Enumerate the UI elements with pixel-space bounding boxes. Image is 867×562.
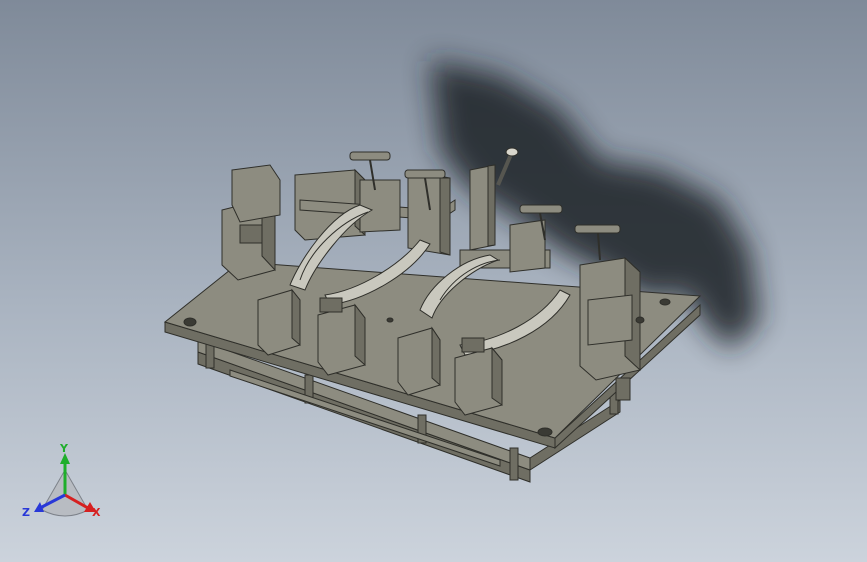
fixture-assembly-model[interactable]	[0, 0, 867, 562]
axis-triad: Y X Z	[22, 442, 101, 519]
left-cylinder-block	[221, 164, 281, 281]
x-axis-label: X	[92, 506, 101, 519]
y-axis-label: Y	[59, 442, 69, 455]
cad-viewport[interactable]: Y X Z	[0, 0, 867, 562]
z-axis-label: Z	[22, 506, 30, 519]
